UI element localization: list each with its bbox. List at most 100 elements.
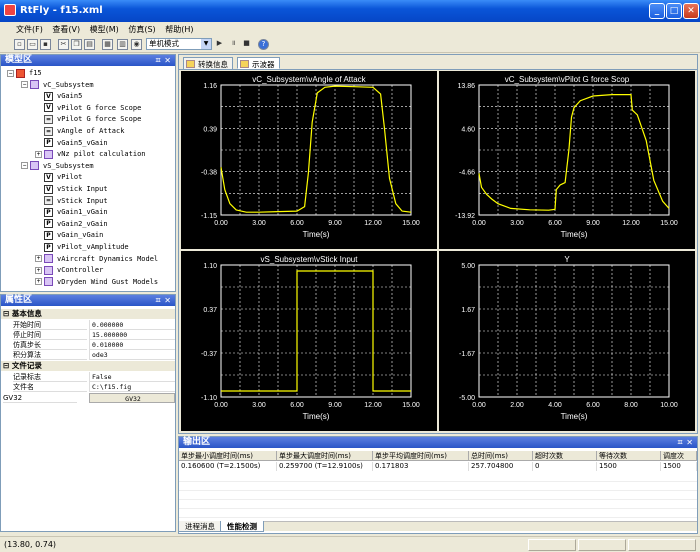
column-header[interactable]: 单步最大调度时间(ms)	[277, 451, 373, 461]
tree-item[interactable]: = vAngle of Attack	[35, 126, 124, 137]
tree-item[interactable]: PvGain1_vGain	[35, 207, 108, 218]
expand-toggle-icon[interactable]: −	[21, 81, 28, 89]
column-header[interactable]: 调度次	[661, 451, 697, 461]
menu-help[interactable]: 帮助(H)	[165, 22, 200, 35]
prop-row[interactable]: 记录标志 False	[1, 372, 175, 382]
tree-item[interactable]: + vDryden Wind Gust Models	[35, 277, 158, 288]
tree-item-label: f15	[29, 69, 42, 77]
tree-item-label: vPilot_vAmplitude	[57, 243, 129, 251]
menu-file[interactable]: 文件(F)	[16, 22, 50, 35]
expand-toggle-icon[interactable]: −	[7, 69, 14, 77]
tab-oscilloscope[interactable]: 示波器	[237, 57, 280, 69]
column-header[interactable]: 等待次数	[597, 451, 661, 461]
panel-pin-close-icon[interactable]: ㅍ ✕	[154, 295, 171, 306]
paste-icon[interactable]: ▤	[84, 39, 95, 50]
tree-item[interactable]: − vS_Subsystem	[21, 161, 94, 172]
expand-toggle-icon[interactable]: +	[35, 255, 42, 263]
x-tick-label: 0.00	[472, 220, 486, 227]
y-tick-label: 4.60	[461, 126, 475, 133]
tree-item[interactable]: = vPilot G force Scope	[35, 114, 141, 125]
expand-toggle-icon[interactable]: +	[35, 266, 42, 274]
close-button[interactable]: ✕	[683, 3, 699, 19]
tree-item[interactable]: PvGain_vGain	[35, 230, 103, 241]
prop-group-file[interactable]: ⊟ 文件记录	[1, 361, 175, 371]
x-tick-label: 0.00	[472, 402, 486, 409]
tree-item[interactable]: − vC_Subsystem	[21, 80, 94, 91]
props-panel: 属性区 ㅍ ✕ ⊟ 基本信息 开始时间 0.000000 停止时间 15.00000…	[0, 294, 176, 532]
column-header[interactable]: 总时间(ms)	[469, 451, 533, 461]
tree-item-label: vGain1_vGain	[57, 208, 108, 217]
expand-toggle-icon[interactable]: +	[35, 150, 42, 158]
tree-item[interactable]: = vStick Input	[35, 196, 108, 207]
prop-row[interactable]: 积分算法 ode3	[1, 350, 175, 360]
x-tick-label: 6.00	[548, 220, 562, 227]
tree-item[interactable]: − f15	[7, 68, 42, 79]
panel-pin-close-icon[interactable]: ㅍ ✕	[154, 55, 171, 66]
parameter-icon: P	[44, 138, 53, 148]
info-icon	[186, 60, 195, 68]
tab-conversion-info[interactable]: 转换信息	[183, 57, 233, 69]
cut-icon[interactable]: ✂	[58, 39, 69, 50]
tree-item[interactable]: PvGain5_vGain	[35, 138, 108, 149]
tree-item[interactable]: VvPilot G force Scope	[35, 103, 141, 114]
parameter-icon: P	[44, 242, 53, 252]
status-bar: (13.80, 0.74)	[0, 536, 700, 552]
tree-item[interactable]: VvGain5	[35, 91, 82, 102]
minimize-button[interactable]: _	[649, 3, 665, 19]
scope-plot-4[interactable]: Y 5.00 1.67 -1.67 -5.00 0.00 2.00 4.00 6.00 8.00 1…	[439, 251, 695, 431]
tree-item[interactable]: + vNz pilot calculation	[35, 149, 146, 160]
scope-plot-2[interactable]: vC_Subsystem\vPilot G force Scop 13.86 4.6…	[439, 71, 695, 249]
mode-select[interactable]: 单机模式 ▼	[146, 38, 212, 50]
subsystem-icon	[44, 254, 53, 264]
signal-icon: =	[44, 196, 53, 206]
prop-row[interactable]: 停止时间 15.000000	[1, 330, 175, 340]
help-icon[interactable]: ?	[258, 39, 269, 50]
save-icon[interactable]: ▪	[40, 39, 51, 50]
menu-simulate[interactable]: 仿真(S)	[128, 22, 162, 35]
x-tick-label: 6.00	[586, 402, 600, 409]
tree-item[interactable]: + vAircraft Dynamics Model	[35, 254, 158, 265]
column-header[interactable]: 单步平均调度时间(ms)	[373, 451, 469, 461]
column-header[interactable]: 单步最小调度时间(ms)	[179, 451, 277, 461]
stop-icon[interactable]: ■	[241, 39, 252, 50]
prop-row[interactable]: 开始时间 0.000000	[1, 320, 175, 330]
scope-plot-1[interactable]: vC_Subsystem\vAngle of Attack 1.16 0.39 -0.…	[181, 71, 437, 249]
tree-item[interactable]: + vController	[35, 265, 103, 276]
model-panel-title: 模型区	[5, 55, 33, 65]
open-folder-icon[interactable]: ▭	[27, 39, 38, 50]
tree-item[interactable]: VvPilot	[35, 172, 82, 183]
new-file-icon[interactable]: ▫	[14, 39, 25, 50]
x-tick-label: 9.00	[328, 220, 342, 227]
pause-icon[interactable]: ॥	[228, 39, 239, 50]
table-cell: 0	[533, 462, 597, 471]
menu-view[interactable]: 查看(V)	[52, 22, 87, 35]
tree-item[interactable]: PvPilot_vAmplitude	[35, 242, 129, 253]
subsystem-icon	[44, 149, 53, 159]
tree-item[interactable]: VvStick Input	[35, 184, 108, 195]
download-icon[interactable]: ▥	[117, 39, 128, 50]
prop-row[interactable]: 仿真步长 0.010000	[1, 340, 175, 350]
scope-plot-3[interactable]: vS_Subsystem\vStick Input 1.10 0.37 -0.37 -1…	[181, 251, 437, 431]
expand-toggle-icon[interactable]: +	[35, 278, 42, 286]
expand-toggle-icon[interactable]: −	[21, 162, 28, 170]
column-header[interactable]: 超时次数	[533, 451, 597, 461]
prop-row[interactable]: 文件名 C:\f15.fig	[1, 382, 175, 392]
prop-row-gv32[interactable]: GV32 GV32	[1, 393, 175, 403]
tab-performance[interactable]: 性能检测	[220, 521, 264, 532]
build-icon[interactable]: ▦	[102, 39, 113, 50]
x-tick-label: 3.00	[252, 220, 266, 227]
tree-item[interactable]: PvGain2_vGain	[35, 219, 108, 230]
run-icon[interactable]: ▶	[214, 39, 225, 50]
x-tick-label: 15.00	[660, 220, 678, 227]
tab-process-messages[interactable]: 进程消息	[178, 521, 222, 532]
connect-icon[interactable]: ◉	[131, 39, 142, 50]
menu-model[interactable]: 模型(M)	[90, 22, 126, 35]
copy-icon[interactable]: ❐	[71, 39, 82, 50]
panel-pin-close-icon[interactable]: ㅍ ✕	[676, 437, 693, 448]
maximize-button[interactable]: □	[666, 3, 682, 19]
tree-item-label: vPilot	[57, 173, 83, 182]
prop-group-basic[interactable]: ⊟ 基本信息	[1, 309, 175, 319]
